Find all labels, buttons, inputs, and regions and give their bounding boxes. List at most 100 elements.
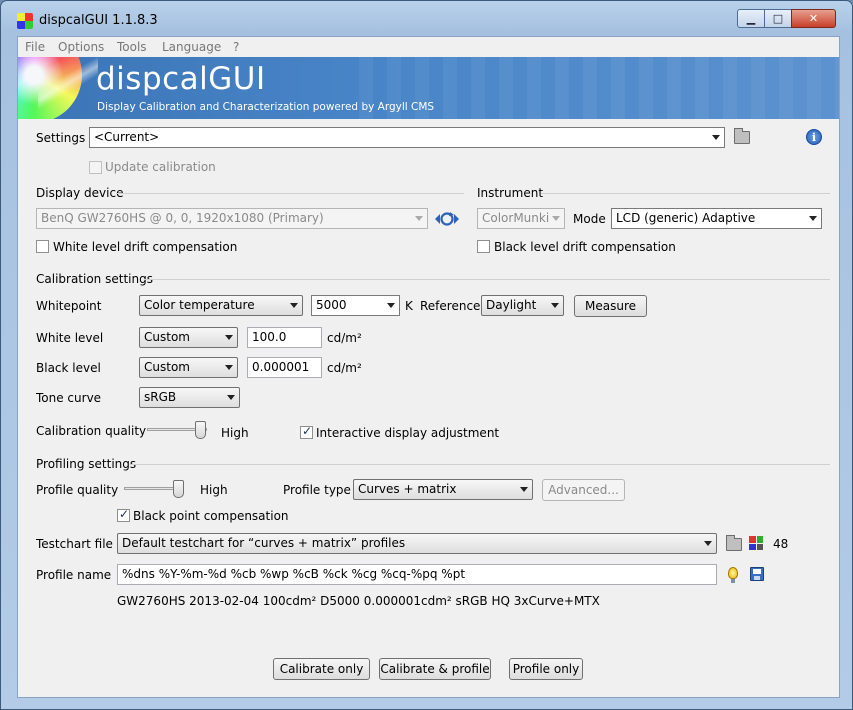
- instrument-select[interactable]: ColorMunki: [477, 208, 565, 229]
- testchart-folder-icon[interactable]: [726, 535, 742, 551]
- close-button[interactable]: ✕: [791, 9, 836, 28]
- calibration-quality-thumb[interactable]: [195, 421, 206, 439]
- profile-type-value: Curves + matrix: [358, 482, 457, 496]
- minimize-button[interactable]: ▁: [737, 9, 765, 28]
- black-level-label: Black level: [36, 361, 101, 375]
- title-bar[interactable]: dispcalGUI 1.1.8.3 ▁ □ ✕: [1, 1, 852, 35]
- tone-curve-select[interactable]: sRGB: [139, 387, 240, 408]
- calibrate-and-profile-button[interactable]: Calibrate & profile: [379, 658, 491, 680]
- chevron-down-icon: [520, 487, 528, 492]
- app-icon: [17, 13, 33, 29]
- settings-label: Settings: [36, 131, 86, 145]
- profiling-settings-heading: Profiling settings: [36, 457, 137, 471]
- menu-help[interactable]: ?: [233, 40, 239, 54]
- menu-tools[interactable]: Tools: [117, 40, 147, 54]
- menu-options[interactable]: Options: [58, 40, 104, 54]
- reference-value: Daylight: [486, 298, 537, 312]
- minimize-icon: ▁: [746, 12, 756, 25]
- whitepoint-value-select[interactable]: 5000: [311, 295, 400, 316]
- reference-select[interactable]: Daylight: [481, 295, 564, 316]
- profile-quality-thumb[interactable]: [173, 480, 184, 498]
- menu-bar: File Options Tools Language ?: [18, 37, 839, 57]
- profile-quality-value: High: [200, 483, 228, 497]
- white-level-mode-select[interactable]: Custom: [139, 327, 238, 348]
- maximize-button[interactable]: □: [764, 9, 792, 28]
- testchart-select[interactable]: Default testchart for “curves + matrix” …: [117, 533, 717, 554]
- testchart-label: Testchart file: [36, 537, 113, 551]
- chevron-down-icon: [415, 216, 423, 221]
- testchart-value: Default testchart for “curves + matrix” …: [122, 536, 406, 550]
- whitepoint-label: Whitepoint: [36, 299, 102, 313]
- white-level-unit: cd/m²: [327, 331, 362, 345]
- lightbulb-icon[interactable]: [728, 567, 738, 583]
- advanced-button[interactable]: Advanced...: [542, 479, 625, 501]
- calibration-quality-label: Calibration quality: [36, 424, 147, 438]
- white-level-input[interactable]: 100.0: [247, 327, 322, 348]
- testchart-editor-icon[interactable]: [749, 536, 763, 550]
- banner-light-rays: [38, 57, 98, 119]
- white-level-mode-value: Custom: [144, 330, 190, 344]
- display-device-value: BenQ GW2760HS @ 0, 0, 1920x1080 (Primary…: [41, 211, 324, 225]
- whitepoint-mode-select[interactable]: Color temperature: [139, 295, 303, 316]
- window-title: dispcalGUI 1.1.8.3: [39, 13, 158, 28]
- client-area: File Options Tools Language ? dispcalGUI…: [17, 36, 840, 698]
- profile-name-input[interactable]: %dns %Y-%m-%d %cb %wp %cB %ck %cg %cq-%p…: [117, 564, 717, 585]
- black-level-mode-select[interactable]: Custom: [139, 357, 238, 378]
- maximize-icon: □: [772, 12, 784, 25]
- black-point-compensation-checkbox[interactable]: [117, 507, 130, 522]
- chevron-down-icon: [225, 365, 233, 370]
- interactive-adjustment-checkbox[interactable]: [300, 424, 313, 439]
- calibration-quality-value: High: [221, 426, 249, 440]
- calibration-separator: [144, 279, 830, 280]
- black-level-input[interactable]: 0.000001: [247, 357, 322, 378]
- chevron-down-icon: [290, 303, 298, 308]
- whitepoint-mode-value: Color temperature: [144, 298, 255, 312]
- instrument-separator: [541, 193, 830, 194]
- display-device-select[interactable]: BenQ GW2760HS @ 0, 0, 1920x1080 (Primary…: [36, 208, 428, 229]
- black-drift-label: Black level drift compensation: [494, 240, 676, 254]
- black-point-compensation-label: Black point compensation: [133, 509, 289, 523]
- kelvin-unit: K: [405, 299, 413, 313]
- update-calibration-checkbox[interactable]: [89, 161, 102, 174]
- calibration-settings-heading: Calibration settings: [36, 272, 153, 286]
- profile-type-select[interactable]: Curves + matrix: [353, 479, 533, 500]
- save-icon[interactable]: [750, 567, 764, 581]
- chevron-down-icon: [704, 541, 712, 546]
- interactive-adjustment-label: Interactive display adjustment: [316, 426, 500, 440]
- chevron-down-icon: [809, 216, 817, 221]
- display-device-separator: [116, 193, 464, 194]
- close-icon: ✕: [808, 12, 819, 25]
- tone-curve-label: Tone curve: [36, 391, 102, 405]
- white-level-label: White level: [36, 331, 104, 345]
- reference-label: Reference: [420, 299, 481, 313]
- menu-language[interactable]: Language: [162, 40, 221, 54]
- measure-button[interactable]: Measure: [574, 295, 647, 317]
- profile-quality-label: Profile quality: [36, 483, 119, 497]
- refresh-icon[interactable]: [434, 211, 460, 227]
- profile-only-button[interactable]: Profile only: [509, 658, 583, 680]
- black-drift-checkbox[interactable]: [477, 240, 490, 253]
- mode-select[interactable]: LCD (generic) Adaptive: [611, 208, 822, 229]
- banner-subtitle: Display Calibration and Characterization…: [97, 101, 435, 113]
- calibrate-only-button[interactable]: Calibrate only: [273, 658, 370, 680]
- profile-type-label: Profile type: [283, 483, 351, 497]
- menu-file[interactable]: File: [25, 40, 45, 54]
- instrument-value: ColorMunki: [482, 211, 550, 225]
- white-drift-label: White level drift compensation: [53, 240, 238, 254]
- profile-name-label: Profile name: [36, 568, 112, 582]
- display-device-heading: Display device: [36, 186, 124, 200]
- update-calibration-label: Update calibration: [105, 160, 216, 174]
- banner-title: dispcalGUI: [96, 61, 266, 97]
- info-icon[interactable]: i: [806, 129, 822, 145]
- white-drift-checkbox[interactable]: [36, 240, 49, 253]
- chevron-down-icon: [551, 303, 559, 308]
- settings-select[interactable]: <Current>: [89, 127, 725, 148]
- instrument-heading: Instrument: [477, 186, 544, 200]
- chevron-down-icon: [552, 216, 560, 221]
- folder-icon[interactable]: [734, 128, 750, 144]
- black-level-mode-value: Custom: [144, 360, 190, 374]
- tone-curve-value: sRGB: [144, 390, 177, 404]
- chevron-down-icon: [712, 135, 720, 140]
- profile-name-preview: GW2760HS 2013-02-04 100cdm² D5000 0.0000…: [117, 594, 600, 608]
- patch-count: 48: [773, 537, 789, 551]
